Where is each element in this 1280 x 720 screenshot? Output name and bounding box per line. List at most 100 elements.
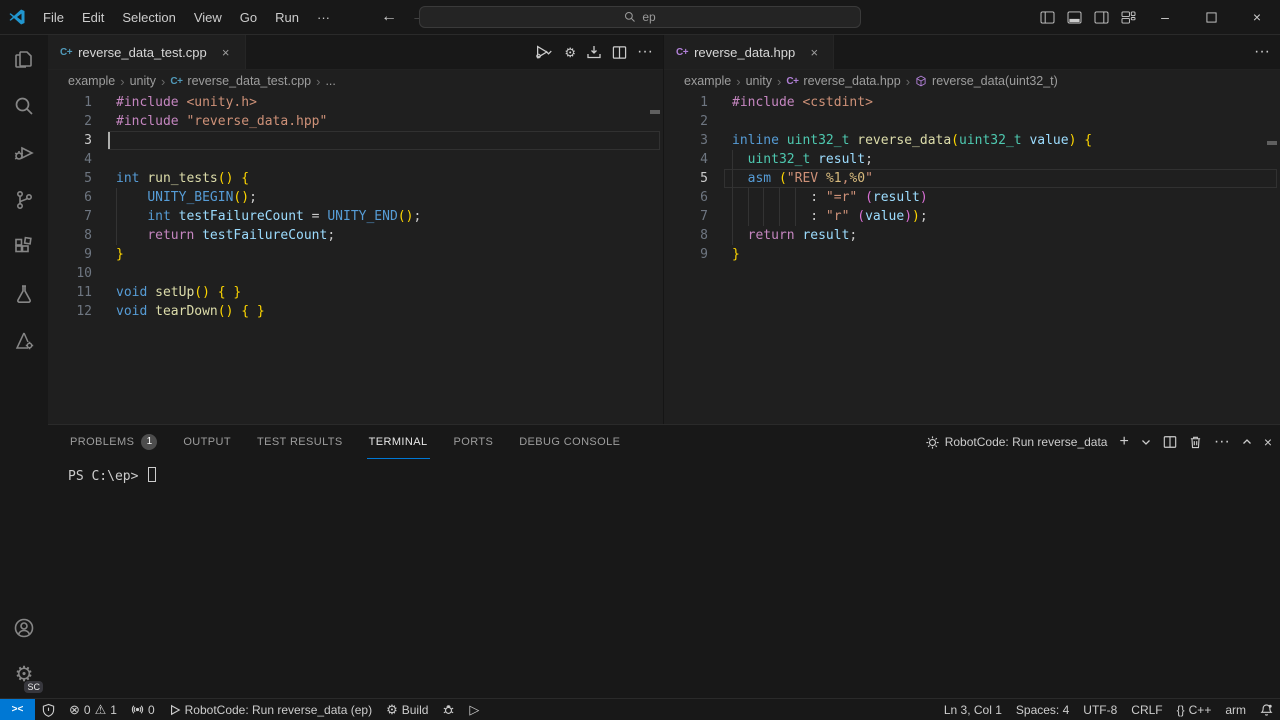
code-line[interactable]: return result; [732,226,1277,245]
code-line[interactable]: } [116,245,660,264]
code-line[interactable]: : "r" (value)); [732,207,1277,226]
maximize-button[interactable] [1188,0,1234,35]
menu-run[interactable]: Run [266,4,308,30]
indentation[interactable]: Spaces: 4 [1009,699,1076,720]
code-line[interactable] [116,264,660,283]
code-line[interactable]: #include <unity.h> [116,93,660,112]
line-number[interactable]: 7 [664,207,732,226]
workspace-trust-icon[interactable] [35,699,62,720]
tab-ports[interactable]: PORTS [452,425,496,459]
code-line[interactable]: UNITY_BEGIN(); [116,188,660,207]
line-number[interactable]: 2 [664,112,732,131]
line-number[interactable]: 11 [48,283,116,302]
line-number[interactable]: 3 [664,131,732,150]
close-tab-icon[interactable]: × [217,43,235,61]
line-number[interactable]: 8 [48,226,116,245]
line-number[interactable]: 4 [664,150,732,169]
ports-forwarded[interactable]: 0 [124,699,162,720]
tab-reverse-data-hpp[interactable]: C+ reverse_data.hpp × [664,35,834,69]
breadcrumb-item[interactable]: reverse_data(uint32_t) [932,74,1058,88]
menu-view[interactable]: View [185,4,231,30]
eol-sequence[interactable]: CRLF [1124,699,1169,720]
run-play-icon[interactable]: ▷ [462,699,486,720]
notifications-bell-icon[interactable] [1253,699,1280,720]
robotcode-extension-icon[interactable] [0,317,48,364]
code-line[interactable] [108,131,660,150]
code-line[interactable]: int testFailureCount = UNITY_END(); [116,207,660,226]
toggle-primary-sidebar-icon[interactable] [1034,5,1061,29]
line-number[interactable]: 8 [664,226,732,245]
build-task[interactable]: ⚙ Build [379,699,435,720]
tab-problems[interactable]: PROBLEMS 1 [68,425,159,459]
breadcrumb-item[interactable]: example [684,74,731,88]
code-line[interactable]: } [732,245,1277,264]
more-actions-icon[interactable]: ··· [637,43,653,61]
line-number[interactable]: 9 [48,245,116,264]
run-and-debug-icon[interactable] [0,129,48,176]
menu-selection[interactable]: Selection [113,4,184,30]
kill-terminal-icon[interactable] [1189,435,1202,449]
tab-test-results[interactable]: TEST RESULTS [255,425,345,459]
line-number[interactable]: 1 [48,93,116,112]
problems-summary[interactable]: ⊗ 0 ⚠ 1 [62,699,124,720]
code-line[interactable]: void tearDown() { } [116,302,660,321]
account-icon[interactable] [0,604,48,651]
tab-output[interactable]: OUTPUT [181,425,233,459]
close-panel-icon[interactable]: × [1264,434,1272,450]
run-or-debug-icon[interactable] [534,44,554,60]
tab-reverse-data-test-cpp[interactable]: C+ reverse_data_test.cpp × [48,35,246,69]
code-line[interactable]: int run_tests() { [116,169,660,188]
split-terminal-icon[interactable] [1163,435,1177,449]
testing-icon[interactable] [0,270,48,317]
desktop-download-icon[interactable] [586,44,602,60]
source-control-icon[interactable] [0,176,48,223]
code-line[interactable] [732,112,1277,131]
close-window-button[interactable]: × [1234,0,1280,35]
line-number[interactable]: 9 [664,245,732,264]
command-center-search[interactable]: ep [419,6,861,28]
line-number[interactable]: 4 [48,150,116,169]
robotcode-task[interactable]: RobotCode: Run reverse_data (ep) [162,699,379,720]
line-number[interactable]: 6 [664,188,732,207]
back-icon[interactable]: ← [381,8,397,26]
menu-go[interactable]: Go [231,4,266,30]
line-number[interactable]: 7 [48,207,116,226]
customize-layout-icon[interactable] [1115,5,1142,29]
settings-gear-icon[interactable]: ⚙ SC [0,651,48,698]
configure-gear-icon[interactable]: ⚙ [564,46,576,59]
code-line[interactable]: : "=r" (result) [732,188,1277,207]
line-number[interactable]: 1 [664,93,732,112]
tab-terminal[interactable]: TERMINAL [367,425,430,459]
remote-indicator[interactable]: >< [0,699,35,720]
toggle-panel-icon[interactable] [1061,5,1088,29]
minimize-button[interactable]: – [1142,0,1188,35]
line-number[interactable]: 12 [48,302,116,321]
new-terminal-icon[interactable]: + [1119,433,1128,451]
code-line[interactable]: uint32_t result; [732,150,1277,169]
code-line[interactable]: return testFailureCount; [116,226,660,245]
breadcrumb-item[interactable]: reverse_data.hpp [803,74,900,88]
line-number[interactable]: 10 [48,264,116,283]
encoding[interactable]: UTF-8 [1076,699,1124,720]
menu-file[interactable]: File [34,4,73,30]
close-tab-icon[interactable]: × [805,43,823,61]
breadcrumb-item[interactable]: example [68,74,115,88]
extensions-icon[interactable] [0,223,48,270]
line-number[interactable]: 3 [48,131,116,150]
toggle-secondary-sidebar-icon[interactable] [1088,5,1115,29]
debug-bug-icon[interactable] [435,699,462,720]
split-editor-icon[interactable] [612,45,627,60]
breadcrumb-item[interactable]: unity [746,74,772,88]
explorer-icon[interactable] [0,35,48,82]
more-actions-icon[interactable]: ··· [1254,43,1270,61]
panel-more-icon[interactable]: ··· [1214,433,1230,451]
code-line[interactable]: inline uint32_t reverse_data(uint32_t va… [732,131,1277,150]
chevron-up-icon[interactable] [1242,438,1252,446]
code-line[interactable]: void setUp() { } [116,283,660,302]
breadcrumb-item[interactable]: reverse_data_test.cpp [187,74,311,88]
line-number[interactable]: 6 [48,188,116,207]
menu-edit[interactable]: Edit [73,4,113,30]
chevron-down-icon[interactable] [1141,438,1151,446]
line-number[interactable]: 5 [664,169,732,188]
menu-more[interactable]: ··· [308,4,339,30]
